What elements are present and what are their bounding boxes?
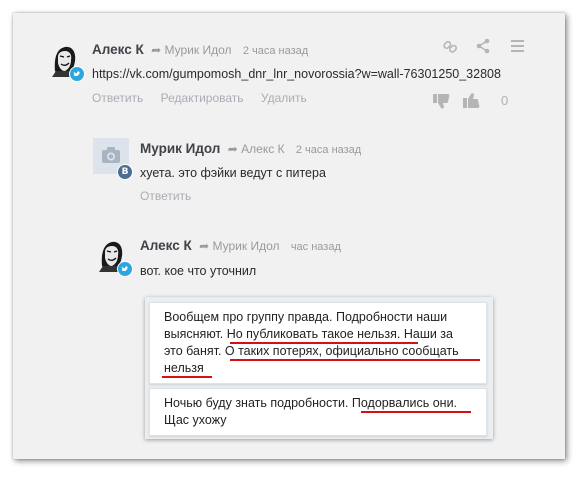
comment-header: Алекс К ➦ Мурик Идол 2 часа назад — [92, 42, 308, 57]
twitter-icon — [69, 66, 85, 82]
delete-button[interactable]: Удалить — [261, 91, 307, 105]
user-avatar[interactable] — [93, 236, 133, 277]
comment-header: Мурик Идол ➦ Алекс К 2 часа назад — [140, 141, 361, 156]
reply-to-name[interactable]: Мурик Идол — [164, 43, 231, 57]
reply-button[interactable]: Ответить — [92, 91, 143, 105]
vk-icon: B — [117, 164, 133, 180]
edit-button[interactable]: Редактировать — [161, 91, 244, 105]
thumbs-down-icon[interactable] — [433, 94, 450, 109]
reply-to-name[interactable]: Мурик Идол — [212, 239, 279, 253]
comment-text[interactable]: вот. кое что уточнил — [140, 264, 256, 278]
comment-text[interactable]: https://vk.com/gumpomosh_dnr_lnr_novoros… — [92, 67, 501, 81]
vote-count: 0 — [501, 93, 509, 108]
reply-arrow-icon: ➦ — [227, 142, 238, 156]
chat-line: выясняют. Но публиковать такое нельзя. Н… — [164, 327, 453, 341]
share-icon[interactable] — [476, 38, 490, 54]
reply-arrow-icon: ➦ — [199, 239, 210, 253]
chat-bubble: Ночью буду знать подробности. Подорвалис… — [149, 388, 487, 436]
comment-actions: Ответить Редактировать Удалить — [92, 91, 321, 105]
chat-line: это банят. О таких потерях, официально с… — [164, 344, 459, 358]
comment-time[interactable]: 2 часа назад — [296, 144, 361, 156]
chat-bubble: Вообщем про группу правда. Подробности н… — [149, 302, 487, 384]
highlight-underline — [361, 411, 471, 413]
chat-line: Вообщем про группу правда. Подробности н… — [164, 310, 448, 324]
attached-screenshot[interactable]: Вообщем про группу правда. Подробности н… — [145, 297, 493, 439]
comment-text[interactable]: хуета. это фэйки ведут с питера — [140, 166, 326, 180]
link-icon[interactable] — [443, 40, 458, 53]
vote-controls: 0 — [433, 91, 533, 111]
comment-time[interactable]: час назад — [291, 241, 341, 253]
author-name[interactable]: Мурик Идол — [140, 141, 220, 156]
chat-line: Щас ухожу — [164, 413, 227, 427]
reply-arrow-icon: ➦ — [151, 43, 162, 57]
comments-panel: Алекс К ➦ Мурик Идол 2 часа назад https:… — [13, 13, 565, 459]
highlight-underline — [230, 342, 418, 344]
comment-toolbar — [443, 38, 533, 54]
comment-time[interactable]: 2 часа назад — [243, 45, 308, 57]
chat-line: Ночью буду знать подробности. Подорвалис… — [164, 396, 458, 410]
chat-line: нельзя — [164, 361, 204, 375]
thumbs-up-icon[interactable] — [463, 93, 480, 108]
author-name[interactable]: Алекс К — [92, 42, 144, 57]
highlight-underline — [162, 376, 212, 378]
reply-button[interactable]: Ответить — [140, 189, 191, 203]
highlight-underline — [230, 359, 480, 361]
reply-to-name[interactable]: Алекс К — [241, 142, 284, 156]
user-avatar[interactable]: B — [93, 138, 133, 180]
comment-actions: Ответить — [140, 189, 205, 203]
twitter-icon — [117, 261, 133, 277]
author-name[interactable]: Алекс К — [140, 238, 192, 253]
user-avatar[interactable] — [46, 41, 85, 82]
menu-icon[interactable] — [511, 40, 524, 52]
comment-header: Алекс К ➦ Мурик Идол час назад — [140, 238, 341, 253]
